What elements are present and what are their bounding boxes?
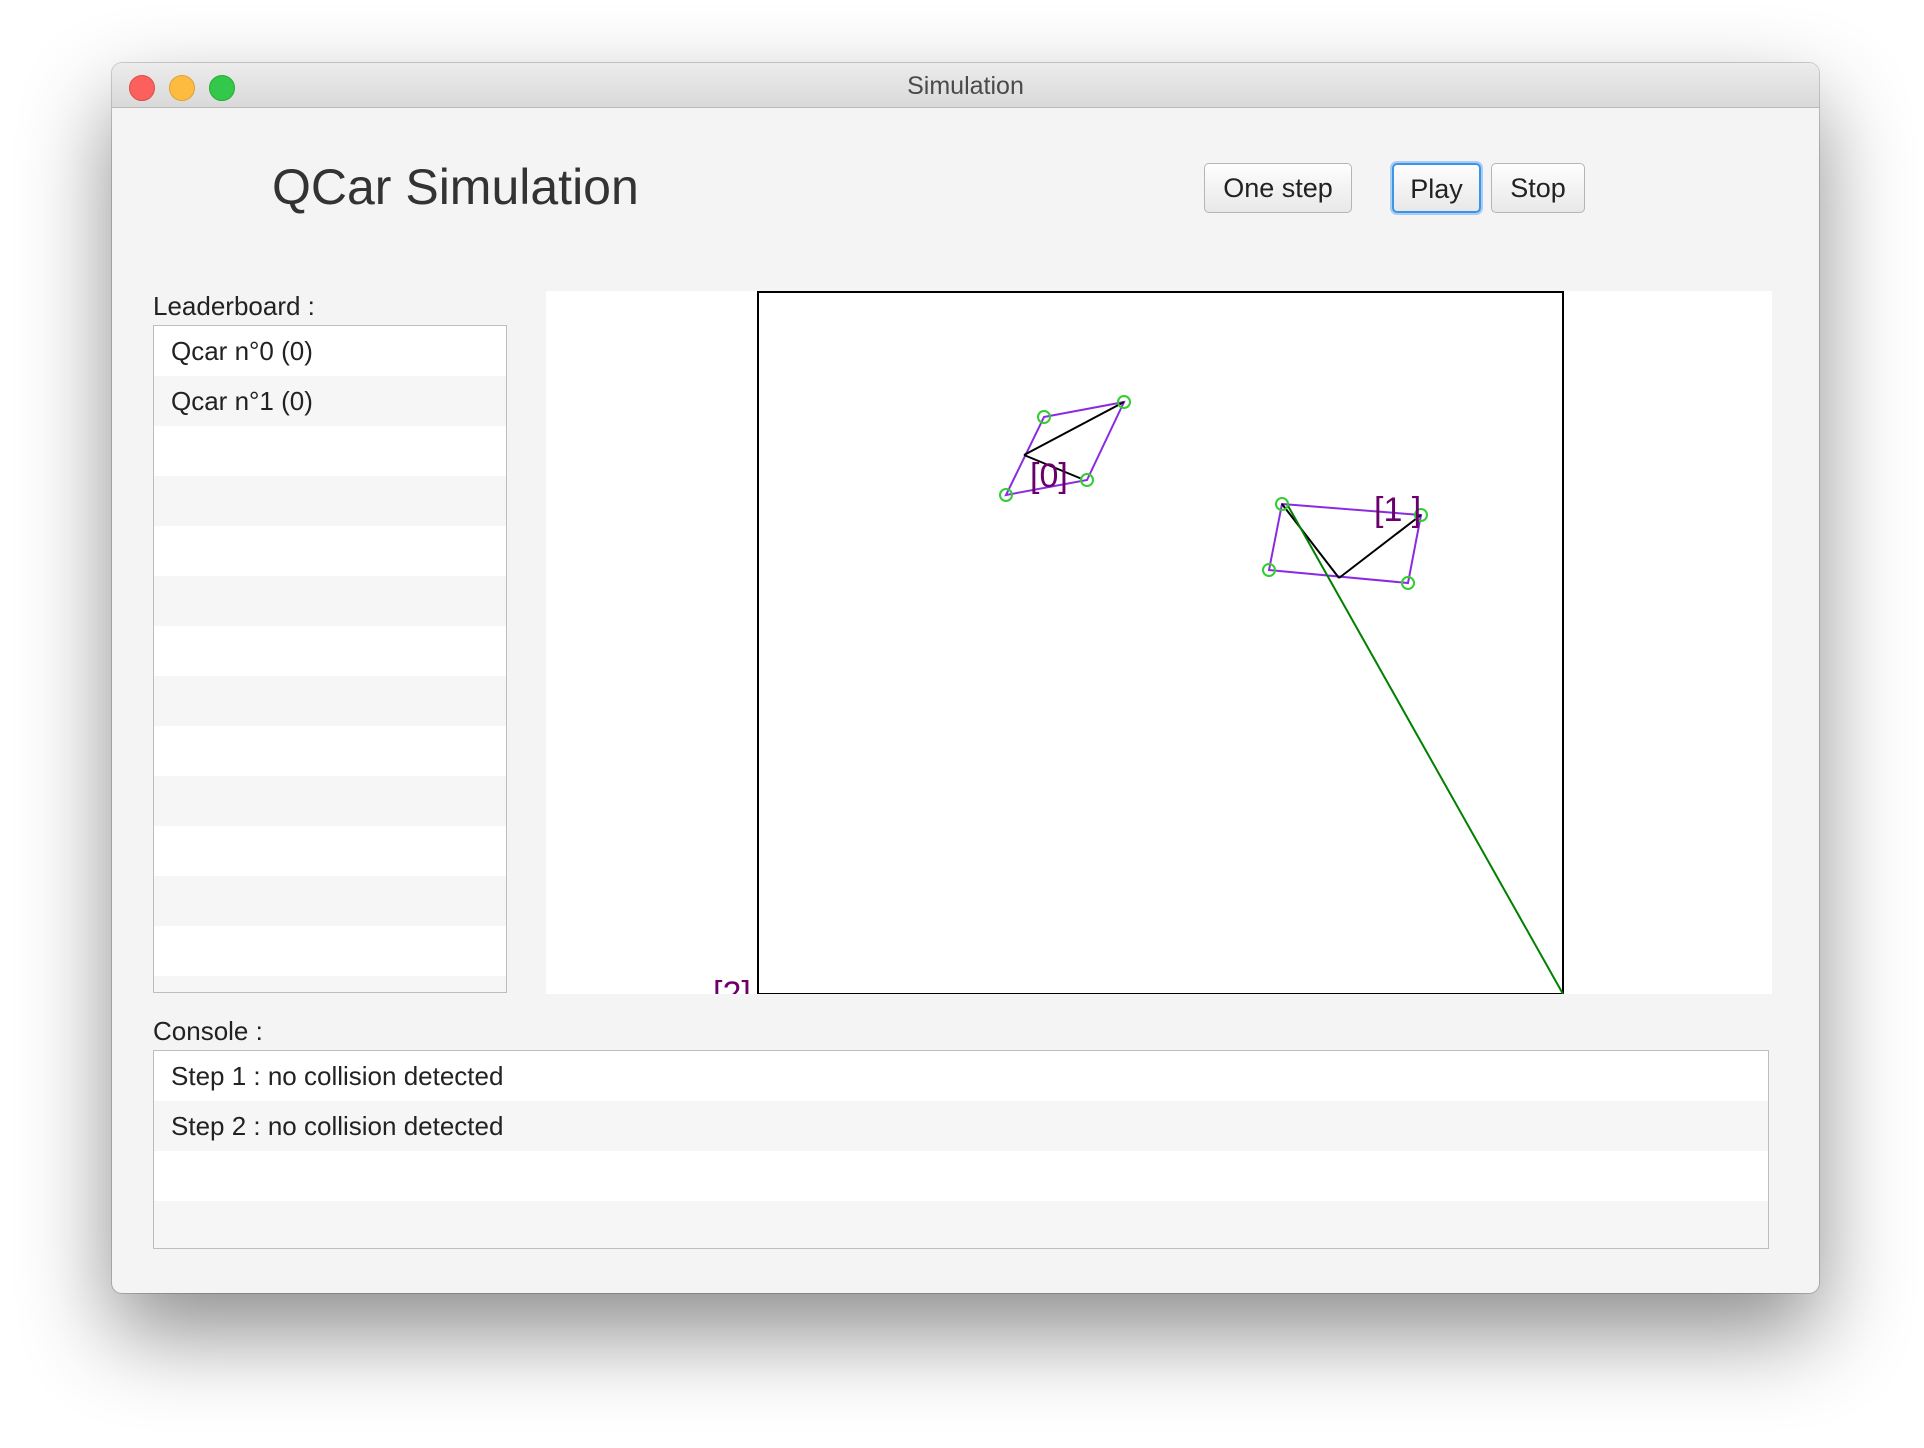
leaderboard-empty-row: [154, 676, 506, 726]
leaderboard-empty-row: [154, 626, 506, 676]
simulation-drawing: [0] [1 ] [2]: [713, 291, 1564, 994]
stop-button[interactable]: Stop: [1491, 163, 1585, 213]
leaderboard-empty-row: [154, 426, 506, 476]
leaderboard-empty-row: [154, 826, 506, 876]
leaderboard-empty-row: [154, 476, 506, 526]
car-direction-line: [1281, 503, 1340, 579]
leaderboard-item[interactable]: Qcar n°1 (0): [154, 376, 506, 426]
console-line: Step 1 : no collision detected: [154, 1051, 1768, 1101]
car-label: [1 ]: [1374, 491, 1421, 529]
arena-boundary: [757, 291, 1564, 994]
leaderboard-empty-row: [154, 576, 506, 626]
leaderboard-empty-row: [154, 926, 506, 976]
console-label: Console :: [153, 1016, 263, 1046]
page-title: QCar Simulation: [272, 159, 639, 215]
console-empty-row: [154, 1151, 1768, 1201]
sensor-ray-line: [1286, 503, 1564, 994]
leaderboard-empty-row: [154, 976, 506, 992]
car-label: [2]: [713, 975, 751, 994]
leaderboard-empty-row: [154, 776, 506, 826]
simulation-canvas[interactable]: [0] [1 ] [2]: [546, 291, 1772, 994]
car-label: [0]: [1030, 457, 1068, 495]
one-step-button[interactable]: One step: [1204, 163, 1352, 213]
window-title: Simulation: [907, 72, 1024, 100]
car-0[interactable]: [0]: [999, 395, 1131, 502]
play-button[interactable]: Play: [1392, 163, 1481, 213]
leaderboard-empty-row: [154, 876, 506, 926]
leaderboard-empty-row: [154, 726, 506, 776]
console-list[interactable]: Step 1 : no collision detected Step 2 : …: [153, 1050, 1769, 1249]
leaderboard-empty-row: [154, 526, 506, 576]
title-bar[interactable]: Simulation: [112, 63, 1819, 108]
simulation-window: Simulation QCar Simulation One step Play…: [112, 63, 1819, 1293]
leaderboard-label: Leaderboard :: [153, 291, 315, 321]
leaderboard-item[interactable]: Qcar n°0 (0): [154, 326, 506, 376]
leaderboard-list[interactable]: Qcar n°0 (0) Qcar n°1 (0): [153, 325, 507, 993]
car-1[interactable]: [1 ]: [1262, 491, 1564, 994]
console-empty-row: [154, 1201, 1768, 1248]
console-line: Step 2 : no collision detected: [154, 1101, 1768, 1151]
